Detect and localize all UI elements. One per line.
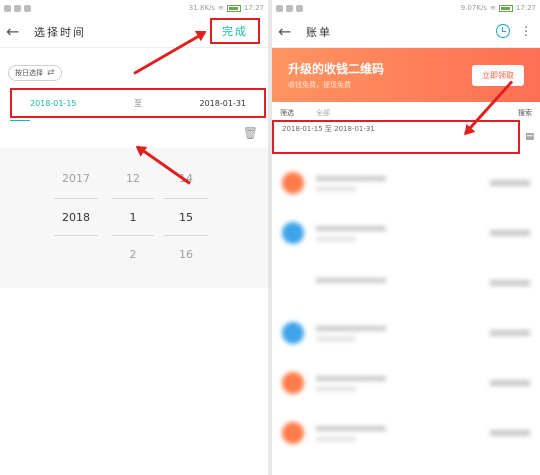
claim-button[interactable]: 立即领取 xyxy=(472,64,524,86)
notification-icon xyxy=(276,4,283,12)
more-vert-icon[interactable]: ⋮ xyxy=(520,24,532,38)
list-item[interactable] xyxy=(272,408,540,458)
image-icon xyxy=(24,4,31,12)
chip-label: 按日选择 xyxy=(15,69,43,77)
banner-title: 升级的收钱二维码 xyxy=(288,62,385,76)
app-bar: ← 选择时间 完成 xyxy=(0,16,268,48)
back-arrow-icon[interactable]: ← xyxy=(6,22,26,41)
list-item[interactable] xyxy=(272,158,540,208)
amount xyxy=(490,380,530,386)
list-item[interactable] xyxy=(272,258,540,308)
picker-month-next[interactable]: 2 xyxy=(112,236,154,274)
search-button[interactable]: 搜索 xyxy=(518,108,532,118)
picker-year-selected[interactable]: 2018 xyxy=(54,198,98,236)
banner-subtitle: 收钱免费，提现免费 xyxy=(288,81,351,89)
month-column[interactable]: 12 1 2 xyxy=(112,160,154,274)
page-title: 账单 xyxy=(306,25,332,39)
wifi-icon: ≋ xyxy=(489,4,496,12)
notification-icon xyxy=(4,4,11,12)
message-icon xyxy=(14,4,21,12)
filter-all[interactable]: 全部 xyxy=(316,108,330,118)
back-arrow-icon[interactable]: ← xyxy=(278,22,298,41)
amount xyxy=(490,180,530,186)
picker-month-selected[interactable]: 1 xyxy=(112,198,154,236)
page-title: 选择时间 xyxy=(34,25,86,39)
battery-icon xyxy=(226,4,241,12)
status-time: 17:27 xyxy=(515,4,536,12)
clock-icon[interactable] xyxy=(496,24,510,38)
list-item[interactable] xyxy=(272,308,540,358)
amount xyxy=(490,430,530,436)
avatar xyxy=(282,222,304,244)
amount xyxy=(490,230,530,236)
date-range-box[interactable]: 2018-01-15 至 2018-01-31 xyxy=(10,88,266,118)
status-bar: 9.07K/s ≋ 17:27 xyxy=(272,0,540,16)
picker-year-prev[interactable]: 2017 xyxy=(54,160,98,198)
selected-range-box[interactable]: 2018-01-15 至 2018-01-31 ▤ xyxy=(272,120,534,154)
status-time: 17:27 xyxy=(243,4,264,12)
amount xyxy=(490,280,530,286)
day-column[interactable]: 14 15 16 xyxy=(164,160,208,274)
filter-button[interactable]: 筛选 xyxy=(280,108,294,118)
status-bar: 31.8K/s ≋ 17:27 xyxy=(0,0,268,16)
message-icon xyxy=(286,4,293,12)
swap-icon: ⇄ xyxy=(47,68,55,78)
picker-year-next[interactable] xyxy=(54,236,98,274)
empty-area xyxy=(0,288,268,475)
range-start-date[interactable]: 2018-01-15 xyxy=(30,99,77,108)
amount xyxy=(490,330,530,336)
list-item[interactable] xyxy=(272,358,540,408)
picker-month-prev[interactable]: 12 xyxy=(112,160,154,198)
select-by-day-chip[interactable]: 按日选择 ⇄ xyxy=(8,65,62,81)
avatar xyxy=(282,422,304,444)
right-screen: 9.07K/s ≋ 17:27 ← 账单 ⋮ 升级的收钱二维码 收钱免费，提现免… xyxy=(272,0,540,475)
network-speed: 31.8K/s xyxy=(188,4,215,12)
avatar xyxy=(282,372,304,394)
range-end-date[interactable]: 2018-01-31 xyxy=(200,99,247,108)
active-underline xyxy=(10,120,30,121)
range-separator: 至 xyxy=(134,98,142,108)
transaction-list xyxy=(272,158,540,458)
year-column[interactable]: 2017 2018 xyxy=(54,160,98,274)
list-item[interactable] xyxy=(272,208,540,258)
done-button[interactable]: 完成 xyxy=(210,18,260,44)
network-speed: 9.07K/s xyxy=(460,4,487,12)
trash-icon[interactable]: 🗑 xyxy=(243,126,258,140)
battery-icon xyxy=(498,4,513,12)
document-icon[interactable]: ▤ xyxy=(525,132,534,142)
picker-day-next[interactable]: 16 xyxy=(164,236,208,274)
image-icon xyxy=(296,4,303,12)
avatar xyxy=(282,322,304,344)
left-screen: 31.8K/s ≋ 17:27 ← 选择时间 完成 按日选择 ⇄ 2018-01… xyxy=(0,0,268,475)
picker-day-selected[interactable]: 15 xyxy=(164,198,208,236)
app-bar: ← 账单 ⋮ xyxy=(272,16,540,48)
wifi-icon: ≋ xyxy=(217,4,224,12)
selected-range-text: 2018-01-15 至 2018-01-31 xyxy=(282,125,375,133)
avatar xyxy=(282,272,304,294)
avatar xyxy=(282,172,304,194)
